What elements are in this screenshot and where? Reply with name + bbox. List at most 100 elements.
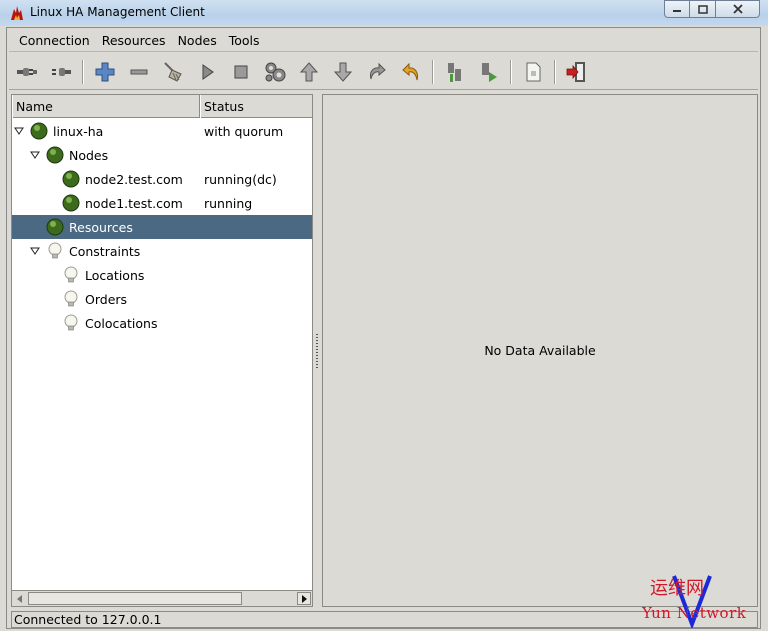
disconnect-button[interactable] xyxy=(46,58,76,86)
maximize-button[interactable] xyxy=(690,0,716,18)
lightbulb-icon xyxy=(64,314,78,331)
toolbar-separator xyxy=(432,59,434,84)
down-arrow-icon xyxy=(333,62,353,82)
cleanup-broom-icon xyxy=(164,61,182,82)
cluster-tree-panel: Name Status linux-ha with quorum Nodes n… xyxy=(11,94,313,607)
scroll-left-button[interactable] xyxy=(13,592,27,605)
tree-label: Nodes xyxy=(69,148,109,163)
divider-grip-icon xyxy=(316,334,318,370)
expander-expanded-icon[interactable] xyxy=(30,150,40,160)
menu-tools[interactable]: Tools xyxy=(224,30,265,51)
connect-plug-icon xyxy=(17,67,37,76)
expander-expanded-icon[interactable] xyxy=(14,126,24,136)
column-header-name[interactable]: Name xyxy=(12,95,200,118)
start-button[interactable] xyxy=(192,58,222,86)
tree-row-colocations[interactable]: Colocations xyxy=(12,311,312,335)
tree-label: node2.test.com xyxy=(85,172,183,187)
remove-button[interactable] xyxy=(124,58,154,86)
toolbar-separator xyxy=(82,59,84,84)
tree-row-linux-ha[interactable]: linux-ha with quorum xyxy=(12,119,312,143)
menu-nodes[interactable]: Nodes xyxy=(173,30,222,51)
tree-row-node1[interactable]: node1.test.com running xyxy=(12,191,312,215)
stop-icon xyxy=(234,65,248,78)
move-up-button[interactable] xyxy=(294,58,324,86)
no-data-message: No Data Available xyxy=(484,343,596,358)
redo-icon xyxy=(370,62,386,79)
column-header-status[interactable]: Status xyxy=(200,95,312,118)
undo-icon xyxy=(402,62,418,80)
close-icon xyxy=(732,4,743,14)
standby-icon xyxy=(448,62,461,82)
redo-button[interactable] xyxy=(362,58,392,86)
tree-label: Locations xyxy=(85,268,145,283)
manage-button[interactable] xyxy=(260,58,290,86)
split-pane-divider[interactable] xyxy=(314,94,321,607)
add-icon xyxy=(95,62,115,81)
exit-button[interactable] xyxy=(562,58,592,86)
stop-button[interactable] xyxy=(226,58,256,86)
detail-panel: No Data Available xyxy=(322,94,758,607)
horizontal-scrollbar[interactable] xyxy=(12,590,312,606)
tree-column-header: Name Status xyxy=(12,95,312,118)
add-button[interactable] xyxy=(90,58,120,86)
active-icon xyxy=(482,62,497,82)
disconnect-plug-icon xyxy=(52,67,71,76)
tree-row-nodes[interactable]: Nodes xyxy=(12,143,312,167)
tree-row-constraints[interactable]: Constraints xyxy=(12,239,312,263)
connect-button[interactable] xyxy=(12,58,42,86)
tree-label: Orders xyxy=(85,292,128,307)
tree-status: running xyxy=(204,196,253,211)
window-title: Linux HA Management Client xyxy=(30,5,205,19)
watermark-logo: 运维网 Yun Network xyxy=(640,572,764,628)
tree-row-node2[interactable]: node2.test.com running(dc) xyxy=(12,167,312,191)
menu-connection[interactable]: Connection xyxy=(14,30,95,51)
minimize-button[interactable] xyxy=(664,0,690,18)
up-arrow-icon xyxy=(299,61,319,81)
tree-status: with quorum xyxy=(204,124,284,139)
tree-label: Colocations xyxy=(85,316,158,331)
tree-label: node1.test.com xyxy=(85,196,183,211)
remove-icon xyxy=(130,69,148,74)
lightbulb-icon xyxy=(48,242,62,259)
maximize-icon xyxy=(697,4,708,14)
green-ball-icon xyxy=(62,170,80,188)
toolbar-separator xyxy=(510,59,512,84)
scrollbar-thumb[interactable] xyxy=(28,592,242,605)
toolbar xyxy=(9,54,758,90)
title-bar: Linux HA Management Client xyxy=(0,0,768,26)
cluster-tree: linux-ha with quorum Nodes node2.test.co… xyxy=(12,119,312,335)
view-xml-button[interactable] xyxy=(518,58,548,86)
green-ball-icon xyxy=(46,218,64,236)
exit-icon xyxy=(566,61,585,82)
document-icon xyxy=(526,62,541,81)
menu-resources[interactable]: Resources xyxy=(97,30,171,51)
active-button[interactable] xyxy=(474,58,504,86)
watermark-chinese-text: 运维网 xyxy=(650,578,704,599)
scroll-right-icon xyxy=(302,594,307,603)
tree-status: running(dc) xyxy=(204,172,277,187)
tree-row-locations[interactable]: Locations xyxy=(12,263,312,287)
gears-icon xyxy=(265,62,286,81)
tree-label: linux-ha xyxy=(53,124,104,139)
toolbar-separator xyxy=(554,59,556,84)
green-ball-icon xyxy=(62,194,80,212)
main-window: Connection Resources Nodes Tools Name St… xyxy=(6,27,761,629)
menu-bar: Connection Resources Nodes Tools xyxy=(9,30,758,52)
linux-ha-app-icon xyxy=(11,6,23,20)
scroll-left-icon xyxy=(17,594,22,603)
green-ball-icon xyxy=(30,122,48,140)
expander-expanded-icon[interactable] xyxy=(30,246,40,256)
tree-row-orders[interactable]: Orders xyxy=(12,287,312,311)
scroll-right-button[interactable] xyxy=(297,592,311,605)
close-button[interactable] xyxy=(716,0,760,18)
green-ball-icon xyxy=(46,146,64,164)
move-down-button[interactable] xyxy=(328,58,358,86)
standby-button[interactable] xyxy=(440,58,470,86)
start-icon xyxy=(202,63,214,80)
watermark-english-text: Yun Network xyxy=(642,604,747,622)
tree-label: Resources xyxy=(69,220,133,235)
tree-label: Constraints xyxy=(69,244,141,259)
cleanup-button[interactable] xyxy=(158,58,188,86)
undo-button[interactable] xyxy=(396,58,426,86)
tree-row-resources[interactable]: Resources xyxy=(12,215,312,239)
